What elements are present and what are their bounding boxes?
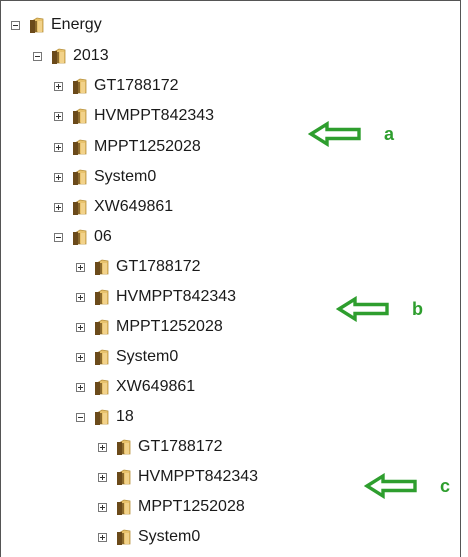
annotation-label: b [412,298,423,319]
tree-node-label: XW649861 [94,198,174,215]
folder-icon [94,408,110,426]
tree-node-gt1788172[interactable]: GT1788172 [98,436,223,458]
tree-node-mppt1252028[interactable]: MPPT1252028 [76,316,223,338]
tree-node-hvmppt842343[interactable]: HVMPPT842343 [76,286,236,308]
folder-icon [72,77,88,95]
tree-node-label: System0 [94,168,157,185]
tree-node-label: GT1788172 [94,77,179,94]
tree-node-label: Energy [51,16,102,33]
tree-node-label: MPPT1252028 [138,498,245,515]
folder-icon [29,16,45,34]
folder-icon [116,438,132,456]
collapse-icon[interactable] [33,51,42,61]
tree-node-system0[interactable]: System0 [54,166,156,188]
folder-icon [116,498,132,516]
folder-icon [72,228,88,246]
tree-node-label: HVMPPT842343 [138,468,259,485]
expand-icon[interactable] [54,111,63,121]
left-arrow-icon [364,473,418,499]
collapse-icon[interactable] [54,232,63,242]
tree-node-mppt1252028[interactable]: MPPT1252028 [54,136,201,158]
folder-icon [72,138,88,156]
tree-node-xw649861[interactable]: XW649861 [54,196,173,218]
folder-icon [94,378,110,396]
tree-node-hvmppt842343[interactable]: HVMPPT842343 [98,466,258,488]
collapse-icon[interactable] [11,20,20,30]
expand-icon[interactable] [98,502,107,512]
folder-icon [94,288,110,306]
tree-node-2013[interactable]: 2013 [33,45,109,67]
annotation-c: c [364,473,450,499]
folder-icon [72,168,88,186]
tree-node-label: 06 [94,228,112,245]
collapse-icon[interactable] [76,412,85,422]
tree-node-label: MPPT1252028 [94,138,201,155]
tree-node-energy[interactable]: Energy [11,14,102,36]
expand-icon[interactable] [76,322,85,332]
tree-node-xw649861[interactable]: XW649861 [76,376,195,398]
expand-icon[interactable] [76,292,85,302]
folder-icon [94,318,110,336]
expand-icon[interactable] [98,472,107,482]
expand-icon[interactable] [76,382,85,392]
tree-node-label: MPPT1252028 [116,318,223,335]
expand-icon[interactable] [54,142,63,152]
tree-node-label: HVMPPT842343 [116,288,237,305]
tree-node-system0[interactable]: System0 [76,346,178,368]
expand-icon[interactable] [98,532,107,542]
tree-node-label: 2013 [73,47,109,64]
tree-node-label: GT1788172 [138,438,223,455]
folder-icon [94,348,110,366]
expand-icon[interactable] [54,202,63,212]
left-arrow-icon [308,121,362,147]
annotation-b: b [336,296,423,322]
tree-node-mppt1252028[interactable]: MPPT1252028 [98,496,245,518]
tree-node-label: HVMPPT842343 [94,107,215,124]
annotation-a: a [308,121,394,147]
left-arrow-icon [336,296,390,322]
tree-node-18[interactable]: 18 [76,406,134,428]
folder-icon [116,528,132,546]
expand-icon[interactable] [54,81,63,91]
annotation-label: a [384,123,395,144]
tree-node-gt1788172[interactable]: GT1788172 [76,256,201,278]
tree-node-hvmppt842343[interactable]: HVMPPT842343 [54,105,214,127]
expand-icon[interactable] [76,262,85,272]
expand-icon[interactable] [76,352,85,362]
folder-icon [51,47,67,65]
tree-node-label: System0 [138,528,201,545]
tree-node-label: GT1788172 [116,258,201,275]
expand-icon[interactable] [98,442,107,452]
folder-icon [94,258,110,276]
tree-node-system0[interactable]: System0 [98,526,200,548]
tree-node-label: 18 [116,408,134,425]
folder-icon [116,468,132,486]
annotation-label: c [440,475,451,496]
folder-icon [72,107,88,125]
expand-icon[interactable] [54,172,63,182]
tree-node-label: XW649861 [116,378,196,395]
tree-node-gt1788172[interactable]: GT1788172 [54,75,179,97]
folder-icon [72,198,88,216]
tree-node-06[interactable]: 06 [54,226,112,248]
tree-node-label: System0 [116,348,179,365]
